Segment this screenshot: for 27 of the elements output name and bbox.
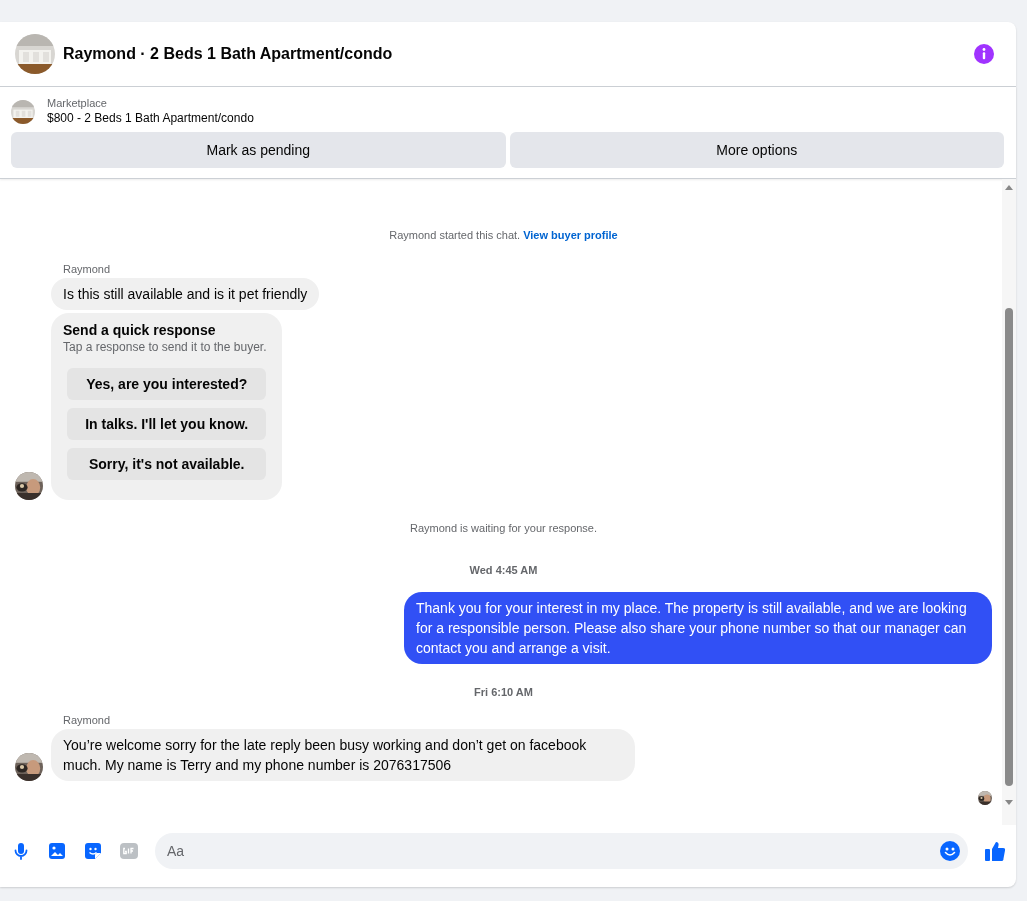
message-bubble: Thank you for your interest in my place. The property is still available, and we are looking for a responsible person. Please also share your phone number so that our manager can contact you and arrange a visit.	[404, 592, 992, 664]
quick-response-title: Send a quick response	[63, 322, 217, 338]
sender-name: Raymond	[63, 714, 112, 726]
emoji-icon[interactable]	[940, 841, 960, 861]
message-input[interactable]: Aa	[155, 833, 968, 869]
message-bubble: You’re welcome sorry for the late reply been busy working and don’t get on facebook much. My name is Terry and my phone number is 2076317506	[51, 729, 635, 781]
quick-response-button[interactable]: In talks. I'll let you know.	[67, 408, 267, 440]
chat-title: Raymond · 2 Beds 1 Bath Apartment/condo	[63, 45, 394, 63]
quick-response-button[interactable]: Sorry, it's not available.	[67, 448, 267, 480]
more-options-button[interactable]: More options	[509, 132, 1004, 168]
quick-response-button[interactable]: Yes, are you interested?	[67, 368, 267, 400]
timestamp: Fri 6:10 AM	[474, 686, 533, 698]
scrollbar[interactable]	[1002, 179, 1016, 825]
info-icon[interactable]	[974, 44, 994, 64]
quick-response-hint: Tap a response to send it to the buyer.	[63, 340, 267, 354]
system-message: Raymond is waiting for your response.	[409, 522, 598, 534]
sticker-icon[interactable]	[83, 841, 103, 861]
timestamp: Wed 4:45 AM	[469, 564, 538, 576]
system-message: Raymond started this chat.	[389, 229, 521, 241]
mark-pending-button[interactable]: Mark as pending	[11, 132, 506, 168]
message-bubble: Is this still available and is it pet friendly	[51, 278, 320, 310]
buyer-profile-link[interactable]: View buyer profile	[523, 229, 618, 241]
image-icon[interactable]	[47, 841, 67, 861]
thumbs-up-icon[interactable]	[984, 840, 1006, 862]
sender-name: Raymond	[63, 263, 112, 275]
listing-source: Marketplace	[47, 97, 108, 109]
listing-title[interactable]: $800 - 2 Beds 1 Bath Apartment/condo	[47, 111, 254, 125]
